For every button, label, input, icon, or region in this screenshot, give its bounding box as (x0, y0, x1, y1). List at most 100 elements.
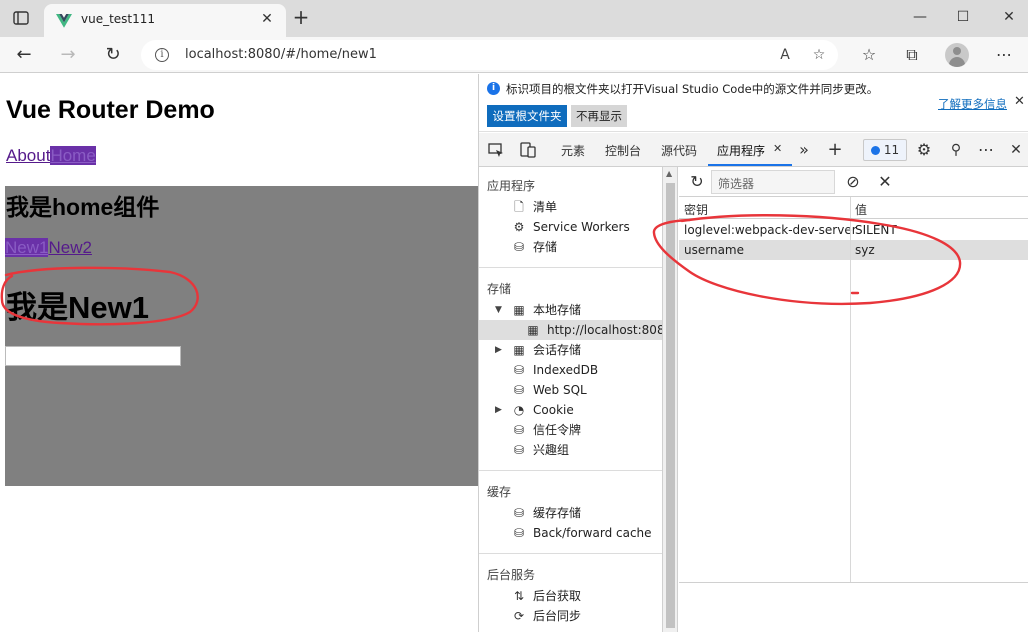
text-input[interactable] (5, 346, 181, 366)
read-aloud-icon[interactable]: A (775, 45, 795, 65)
sidebar-item-trust-tokens[interactable]: ⛁ 信任令牌 (511, 420, 581, 440)
favorites-icon[interactable]: ☆ (857, 43, 881, 67)
maximize-icon[interactable]: ☐ (952, 6, 974, 28)
site-info-icon[interactable]: i (155, 48, 169, 62)
gear-icon[interactable]: ⚙ (915, 141, 933, 159)
plus-icon[interactable]: + (290, 6, 312, 28)
sidebar-item-label: 后台获取 (533, 589, 582, 603)
sidebar-item-storage[interactable]: ⛁ 存储 (511, 237, 557, 257)
sidebar-item-session-storage[interactable]: ▶ ▦ 会话存储 (495, 340, 581, 360)
grid-icon: ▦ (527, 323, 539, 337)
infobar-message: 标识项目的根文件夹以打开Visual Studio Code中的源文件并同步更改… (506, 82, 879, 96)
plus-icon[interactable]: + (826, 141, 844, 159)
main-nav: AboutHome (6, 146, 96, 166)
minimize-icon[interactable]: — (909, 6, 931, 28)
grid-bottom-border (679, 582, 1028, 583)
sidebar-item-interest-groups[interactable]: ⛁ 兴趣组 (511, 440, 569, 460)
collapsed-triangle-icon[interactable]: ▶ (495, 340, 502, 360)
dont-show-again-button[interactable]: 不再显示 (571, 105, 627, 127)
set-root-folder-button[interactable]: 设置根文件夹 (487, 105, 567, 127)
address-bar[interactable]: i localhost:8080/#/home/new1 A ☆ (141, 40, 838, 70)
more-tabs-icon[interactable]: » (795, 141, 813, 159)
issues-icon (870, 146, 880, 155)
table-row[interactable]: loglevel:webpack-dev-server SILENT (679, 220, 1028, 240)
tab-sources[interactable]: 源代码 (661, 142, 697, 159)
refresh-icon[interactable]: ↻ (687, 172, 707, 192)
address-url[interactable]: localhost:8080/#/home/new1 (185, 47, 377, 62)
table-header: 密钥 值 (679, 197, 1028, 219)
table-row[interactable]: username syz (679, 240, 1028, 260)
sidebar-item-cache-storage[interactable]: ⛁ 缓存存储 (511, 503, 581, 523)
sidebar-item-localhost[interactable]: ▦ http://localhost:8080 (525, 320, 662, 340)
divider (479, 470, 662, 471)
clear-all-icon[interactable]: ⊘ (843, 172, 863, 192)
sidebar-item-label: 缓存存储 (533, 506, 582, 520)
star-add-icon[interactable]: ☆ (809, 45, 829, 65)
home-heading: 我是home组件 (6, 194, 160, 220)
tab-actions-icon[interactable] (12, 9, 30, 27)
collections-icon[interactable]: ⧉ (900, 43, 924, 67)
sidebar-item-background-fetch[interactable]: ⇅ 后台获取 (511, 586, 581, 606)
expanded-triangle-icon[interactable]: ▼ (495, 300, 502, 320)
sidebar-item-background-sync[interactable]: ⟳ 后台同步 (511, 606, 581, 626)
sidebar-item-indexeddb[interactable]: ⛁ IndexedDB (511, 360, 598, 380)
forward-arrow-icon[interactable]: → (56, 43, 80, 67)
database-icon: ⛁ (513, 506, 525, 520)
browser-tab[interactable]: vue_test111 ✕ (44, 4, 286, 37)
sidebar-item-cookie[interactable]: ▶ ◔ Cookie (495, 400, 574, 420)
about-link[interactable]: About (6, 146, 50, 165)
issues-badge[interactable]: 11 (863, 139, 907, 161)
sidebar-item-service-workers[interactable]: ⚙ Service Workers (511, 217, 630, 237)
scrollbar-thumb[interactable] (666, 183, 675, 628)
close-devtools-icon[interactable]: ✕ (1007, 141, 1025, 159)
divider (479, 267, 662, 268)
home-component: 我是home组件 New1New2 我是New1 (5, 186, 478, 486)
devtools-infobar: i 标识项目的根文件夹以打开Visual Studio Code中的源文件并同步… (479, 74, 1028, 132)
column-header-key[interactable]: 密钥 (684, 201, 708, 218)
grid-icon: ▦ (513, 343, 525, 357)
application-sidebar: 应用程序 🗋 清单 ⚙ Service Workers ⛁ 存储 存储 ▼ ▦ 本地存储 … (479, 167, 663, 632)
collapsed-triangle-icon[interactable]: ▶ (495, 400, 502, 420)
home-link[interactable]: Home (50, 146, 96, 165)
scroll-up-icon[interactable]: ▲ (666, 169, 672, 178)
tab-console[interactable]: 控制台 (605, 142, 641, 159)
device-emulation-icon[interactable] (519, 141, 537, 159)
new2-link[interactable]: New2 (48, 238, 91, 257)
refresh-icon[interactable]: ↻ (101, 43, 125, 67)
sidebar-item-label: 清单 (533, 200, 558, 214)
avatar[interactable] (945, 43, 969, 67)
tab-application[interactable]: 应用程序 (717, 142, 765, 159)
sidebar-item-label: 兴趣组 (533, 443, 570, 457)
info-icon: i (487, 82, 500, 95)
devtools-tabbar: 元素 控制台 源代码 应用程序 ✕ » + 11 ⚙ ⚲ ⋯ ✕ (479, 133, 1028, 167)
learn-more-link[interactable]: 了解更多信息 (938, 96, 1007, 112)
more-icon[interactable]: ⋯ (992, 43, 1016, 67)
more-icon[interactable]: ⋯ (977, 141, 995, 159)
close-icon[interactable]: ✕ (1014, 94, 1025, 109)
column-separator (850, 197, 851, 582)
sidebar-scrollbar[interactable]: ▲ (663, 167, 678, 632)
column-header-value[interactable]: 值 (855, 201, 867, 218)
database-icon: ⛁ (513, 363, 525, 377)
customize-icon[interactable]: ⚲ (947, 141, 965, 159)
sidebar-item-label: 后台同步 (533, 609, 582, 623)
divider (479, 553, 662, 554)
back-arrow-icon[interactable]: ← (12, 43, 36, 67)
database-icon: ⛁ (513, 240, 525, 254)
gear-icon: ⚙ (513, 220, 525, 234)
tab-elements[interactable]: 元素 (561, 142, 585, 159)
filter-input[interactable]: 筛选器 (711, 170, 835, 194)
sidebar-item-label: Cookie (533, 403, 574, 417)
sidebar-item-manifest[interactable]: 🗋 清单 (511, 197, 557, 217)
close-tab-icon[interactable]: ✕ (258, 10, 276, 28)
cell-key: loglevel:webpack-dev-server (684, 223, 857, 237)
close-window-icon[interactable]: ✕ (998, 6, 1020, 28)
close-tab-icon[interactable]: ✕ (773, 142, 782, 155)
inspect-icon[interactable] (487, 141, 505, 159)
delete-selected-icon[interactable]: ✕ (875, 172, 895, 192)
sidebar-item-local-storage[interactable]: ▼ ▦ 本地存储 (495, 300, 581, 320)
new1-link[interactable]: New1 (5, 238, 49, 257)
sidebar-item-websql[interactable]: ⛁ Web SQL (511, 380, 587, 400)
background-services-section-title: 后台服务 (487, 568, 536, 582)
sidebar-item-bfcache[interactable]: ⛁ Back/forward cache (511, 523, 652, 543)
